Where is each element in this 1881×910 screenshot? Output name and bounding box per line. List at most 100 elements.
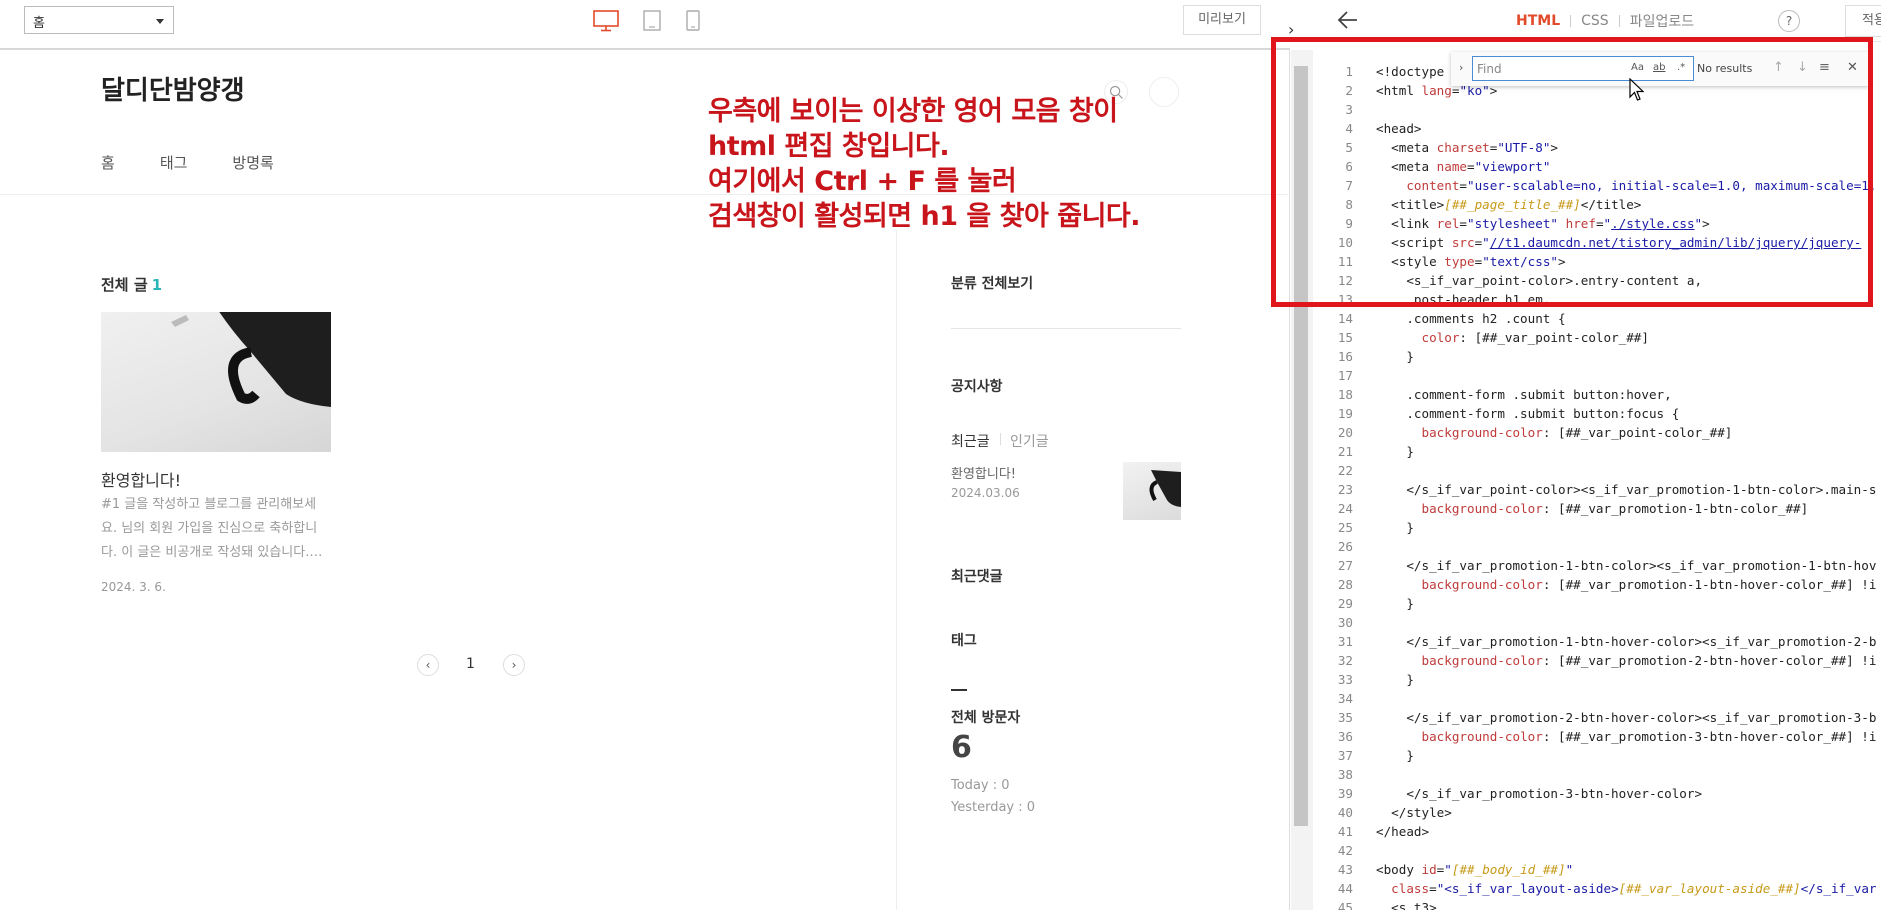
help-icon[interactable]: ? bbox=[1778, 10, 1800, 32]
sidebar-notice: 공지사항 bbox=[951, 379, 1003, 395]
mouse-cursor-icon bbox=[1629, 78, 1645, 101]
code-line: 43 <body id="[##_body_id_##]" bbox=[1337, 862, 1574, 877]
blog-title[interactable]: 달디단밤양갱 bbox=[101, 70, 245, 107]
code-line: 45 <s_t3> bbox=[1337, 900, 1437, 910]
preview-button[interactable]: 미리보기 bbox=[1183, 5, 1261, 35]
tab-separator bbox=[1570, 15, 1572, 27]
page-select-value: 홈 bbox=[33, 16, 45, 31]
tab-file-upload[interactable]: 파일업로드 bbox=[1630, 11, 1694, 31]
code-line: 15 color: [##_var_point-color_##] bbox=[1337, 330, 1649, 345]
code-line: 14 .comments h2 .count { bbox=[1337, 311, 1566, 326]
recent-post-title[interactable]: 환영합니다! bbox=[951, 463, 1016, 482]
editor-tabs: HTML CSS 파일업로드 bbox=[1516, 11, 1694, 31]
code-line: 29 } bbox=[1337, 596, 1414, 611]
tablet-view-icon[interactable] bbox=[643, 10, 661, 32]
posts-heading: 전체 글1 bbox=[101, 274, 162, 295]
code-line: 22 bbox=[1337, 463, 1353, 478]
code-line: 31 </s_if_var_promotion-1-btn-hover-colo… bbox=[1337, 634, 1877, 649]
chevron-right-icon[interactable]: › bbox=[1459, 61, 1463, 74]
nav-item-home[interactable]: 홈 bbox=[101, 152, 115, 173]
code-line: 30 bbox=[1337, 615, 1353, 630]
code-editor[interactable]: 1 <!doctype html> 2 <html lang="ko"> 3 4 <h… bbox=[1313, 50, 1881, 910]
code-line: 4 <head> bbox=[1345, 121, 1422, 136]
desktop-view-icon[interactable] bbox=[593, 10, 619, 32]
pager-prev-button[interactable]: ‹ bbox=[417, 654, 439, 676]
code-line: 39 </s_if_var_promotion-3-btn-hover-colo… bbox=[1337, 786, 1703, 801]
tab-separator bbox=[1618, 15, 1620, 27]
recent-post-date: 2024.03.06 bbox=[951, 486, 1020, 500]
whole-word-icon[interactable]: ab bbox=[1653, 62, 1665, 73]
code-line: 18 .comment-form .submit button:hover, bbox=[1337, 387, 1672, 402]
pager-page-number[interactable]: 1 bbox=[466, 656, 475, 672]
instruction-annotation: 우측에 보이는 이상한 영어 모음 창이 html 편집 창입니다. 여기에서 … bbox=[708, 94, 1141, 234]
annotation-line: 검색창이 활성되면 h1 을 찾아 줍니다. bbox=[708, 201, 1141, 232]
code-line: 6 <meta name="viewport" bbox=[1345, 159, 1551, 174]
code-line: 5 <meta charset="UTF-8"> bbox=[1345, 140, 1559, 155]
post-excerpt[interactable]: #1 글을 작성하고 블로그를 관리해보세요. 님의 회원 가입을 진심으로 축… bbox=[101, 493, 326, 565]
post-title[interactable]: 환영합니다! bbox=[101, 467, 181, 491]
code-line: 24 background-color: [##_var_promotion-1… bbox=[1337, 501, 1809, 516]
tab-css[interactable]: CSS bbox=[1581, 13, 1609, 29]
tab-popular-posts[interactable]: 인기글 bbox=[1010, 431, 1049, 451]
mobile-view-icon[interactable] bbox=[686, 10, 700, 32]
arrow-up-icon[interactable]: ↑ bbox=[1773, 60, 1784, 75]
sidebar-visitors-label: 전체 방문자 bbox=[951, 710, 1021, 726]
visitor-yesterday: Yesterday : 0 bbox=[951, 800, 1036, 815]
tab-recent-posts[interactable]: 최근글 bbox=[951, 431, 990, 451]
code-line: 28 background-color: [##_var_promotion-1… bbox=[1337, 577, 1877, 592]
content-divider bbox=[896, 230, 897, 910]
back-arrow-icon[interactable] bbox=[1336, 8, 1360, 32]
code-line: 10 <script src="//t1.daumcdn.net/tistory… bbox=[1337, 235, 1862, 250]
find-in-selection-icon[interactable]: ≡ bbox=[1819, 60, 1830, 75]
visitor-count: 6 bbox=[951, 730, 972, 765]
nav-item-guestbook[interactable]: 방명록 bbox=[232, 152, 273, 173]
tab-separator bbox=[1000, 433, 1001, 445]
posts-count: 1 bbox=[151, 276, 163, 294]
user-icon[interactable] bbox=[1149, 77, 1179, 107]
arrow-down-icon[interactable]: ↓ bbox=[1797, 60, 1808, 75]
code-line: 16 } bbox=[1337, 349, 1414, 364]
blog-nav: 홈 태그 방명록 bbox=[101, 152, 274, 173]
code-line: 17 bbox=[1337, 368, 1353, 383]
editor-header: HTML CSS 파일업로드 ? 적용 bbox=[1300, 0, 1881, 42]
page-select[interactable]: 홈 bbox=[24, 6, 174, 34]
code-line: 36 background-color: [##_var_promotion-3… bbox=[1337, 729, 1877, 744]
post-date: 2024. 3. 6. bbox=[101, 580, 166, 594]
mug-image bbox=[171, 312, 331, 407]
code-line: 38 bbox=[1337, 767, 1353, 782]
close-icon[interactable]: ✕ bbox=[1847, 60, 1858, 75]
sidebar-tags: 태그 bbox=[951, 633, 977, 649]
post-thumbnail[interactable] bbox=[101, 312, 331, 452]
annotation-line: 우측에 보이는 이상한 영어 모음 창이 bbox=[708, 96, 1118, 127]
tab-html[interactable]: HTML bbox=[1516, 13, 1560, 29]
pager-next-button[interactable]: › bbox=[503, 654, 525, 676]
blog-preview-pane: 홈 미리보기 › 달디단밤양갱 홈 태그 방명록 전체 글1 환영합니다! #1… bbox=[0, 0, 1294, 910]
code-line: 11 <style type="text/css"> bbox=[1337, 254, 1566, 269]
recent-post-thumbnail[interactable] bbox=[1123, 462, 1181, 520]
sidebar-categories[interactable]: 분류 전체보기 bbox=[951, 273, 1033, 293]
code-line: 44 class="<s_if_var_layout-aside>[##_var… bbox=[1337, 881, 1877, 896]
code-line: 35 </s_if_var_promotion-2-btn-hover-colo… bbox=[1337, 710, 1877, 725]
sidebar-recent-comments: 최근댓글 bbox=[951, 569, 1003, 585]
code-line: 42 bbox=[1337, 843, 1353, 858]
code-line: 7 content="user-scalable=no, initial-sca… bbox=[1345, 178, 1877, 193]
regex-icon[interactable]: .* bbox=[1677, 62, 1685, 73]
visitor-divider bbox=[951, 689, 967, 691]
nav-item-tags[interactable]: 태그 bbox=[160, 152, 188, 173]
editor-scrollbar-thumb[interactable] bbox=[1294, 66, 1308, 826]
code-line: 32 background-color: [##_var_promotion-2… bbox=[1337, 653, 1877, 668]
code-line: 13 .post-header h1 em, bbox=[1337, 292, 1551, 307]
match-case-icon[interactable]: Aa bbox=[1631, 62, 1644, 73]
code-line: 20 background-color: [##_var_point-color… bbox=[1337, 425, 1733, 440]
apply-button[interactable]: 적용 bbox=[1845, 5, 1881, 37]
code-line: 8 <title>[##_page_title_##]</title> bbox=[1345, 197, 1642, 212]
code-line: 23 </s_if_var_point-color><s_if_var_prom… bbox=[1337, 482, 1877, 497]
annotation-line: 여기에서 Ctrl + F 를 눌러 bbox=[708, 166, 1017, 197]
code-line: 27 </s_if_var_promotion-1-btn-color><s_i… bbox=[1337, 558, 1877, 573]
code-line: 3 bbox=[1345, 102, 1353, 117]
code-line: 19 .comment-form .submit button:focus { bbox=[1337, 406, 1680, 421]
chevron-right-icon[interactable]: › bbox=[1288, 20, 1294, 39]
mug-image bbox=[1149, 470, 1181, 507]
find-widget: › Aa ab .* No results ↑ ↓ ≡ ✕ bbox=[1451, 52, 1869, 86]
code-line: 25 } bbox=[1337, 520, 1414, 535]
